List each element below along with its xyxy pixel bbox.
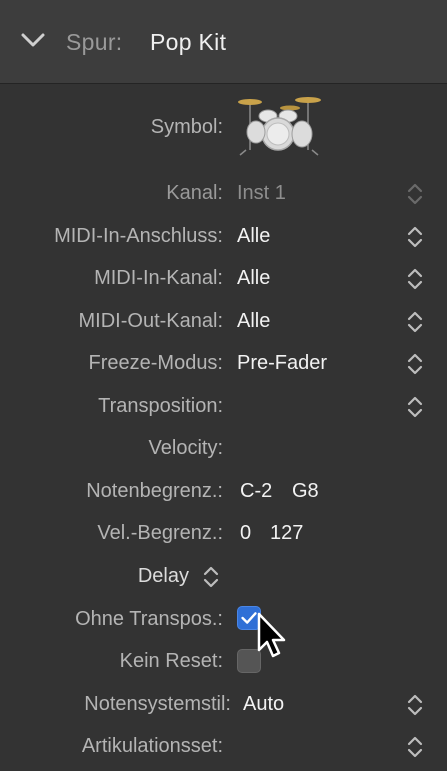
drum-kit-icon[interactable] — [236, 88, 322, 156]
stepper-icon[interactable] — [404, 734, 426, 760]
velocity-label: Velocity: — [148, 437, 223, 459]
ohne-transpos-label: Ohne Transpos.: — [75, 608, 223, 630]
midi-out-kanal-value[interactable]: Alle — [237, 310, 270, 333]
kanal-row[interactable]: Kanal: Inst 1 — [0, 172, 447, 214]
delay-label[interactable]: Delay — [138, 565, 189, 588]
chevron-down-icon[interactable] — [20, 30, 46, 50]
stepper-icon[interactable] — [404, 692, 426, 718]
velbegrenz-high[interactable]: 127 — [270, 522, 303, 545]
kanal-value[interactable]: Inst 1 — [237, 182, 286, 205]
freeze-modus-value[interactable]: Pre-Fader — [237, 352, 327, 375]
velbegrenz-row[interactable]: Vel.-Begrenz.: 0 127 — [0, 512, 447, 554]
kein-reset-label: Kein Reset: — [119, 650, 223, 672]
midi-in-kanal-label: MIDI-In-Kanal: — [94, 267, 223, 289]
kanal-label: Kanal: — [166, 182, 223, 204]
notensystemstil-value[interactable]: Auto — [243, 693, 284, 716]
midi-in-anschluss-value[interactable]: Alle — [237, 225, 270, 248]
stepper-icon[interactable] — [404, 266, 426, 292]
velbegrenz-low[interactable]: 0 — [240, 522, 251, 545]
notenbegrenz-row[interactable]: Notenbegrenz.: C-2 G8 — [0, 470, 447, 512]
midi-in-kanal-row[interactable]: MIDI-In-Kanal: Alle — [0, 257, 447, 299]
stepper-icon[interactable] — [404, 309, 426, 335]
mouse-pointer-icon — [257, 612, 286, 658]
delay-row[interactable]: Delay — [0, 555, 447, 597]
ohne-transpos-row[interactable]: Ohne Transpos.: — [0, 598, 447, 640]
notenbegrenz-label: Notenbegrenz.: — [86, 480, 223, 502]
velbegrenz-label: Vel.-Begrenz.: — [97, 522, 223, 544]
stepper-icon[interactable] — [404, 394, 426, 420]
notensystemstil-label: Notensystemstil: — [84, 693, 231, 715]
transposition-row[interactable]: Transposition: — [0, 385, 447, 427]
freeze-modus-row[interactable]: Freeze-Modus: Pre-Fader — [0, 342, 447, 384]
symbol-label: Symbol: — [150, 116, 223, 138]
stepper-icon[interactable] — [404, 181, 426, 207]
track-inspector-panel: Spur: Pop Kit Symbol: Kanal: Inst 1 MIDI… — [0, 0, 447, 771]
midi-out-kanal-label: MIDI-Out-Kanal: — [78, 310, 223, 332]
transposition-label: Transposition: — [98, 395, 223, 417]
track-label: Spur: — [66, 29, 123, 55]
midi-in-kanal-value[interactable]: Alle — [237, 267, 270, 290]
midi-in-anschluss-row[interactable]: MIDI-In-Anschluss: Alle — [0, 215, 447, 257]
track-header[interactable]: Spur: Pop Kit — [0, 0, 447, 84]
symbol-row: Symbol: — [0, 106, 447, 148]
artikulationsset-label: Artikulationsset: — [81, 735, 223, 757]
stepper-icon[interactable] — [404, 351, 426, 377]
notenbegrenz-high[interactable]: G8 — [292, 480, 319, 503]
notenbegrenz-low[interactable]: C-2 — [240, 480, 272, 503]
midi-in-anschluss-label: MIDI-In-Anschluss: — [54, 225, 223, 247]
kein-reset-row[interactable]: Kein Reset: — [0, 640, 447, 682]
midi-out-kanal-row[interactable]: MIDI-Out-Kanal: Alle — [0, 300, 447, 342]
notensystemstil-row[interactable]: Notensystemstil: Auto — [0, 683, 447, 725]
velocity-row[interactable]: Velocity: — [0, 427, 447, 469]
freeze-modus-label: Freeze-Modus: — [88, 352, 224, 374]
track-name: Pop Kit — [150, 29, 227, 55]
artikulationsset-row[interactable]: Artikulationsset: — [0, 725, 447, 767]
stepper-icon[interactable] — [404, 224, 426, 250]
stepper-icon[interactable] — [200, 564, 222, 590]
